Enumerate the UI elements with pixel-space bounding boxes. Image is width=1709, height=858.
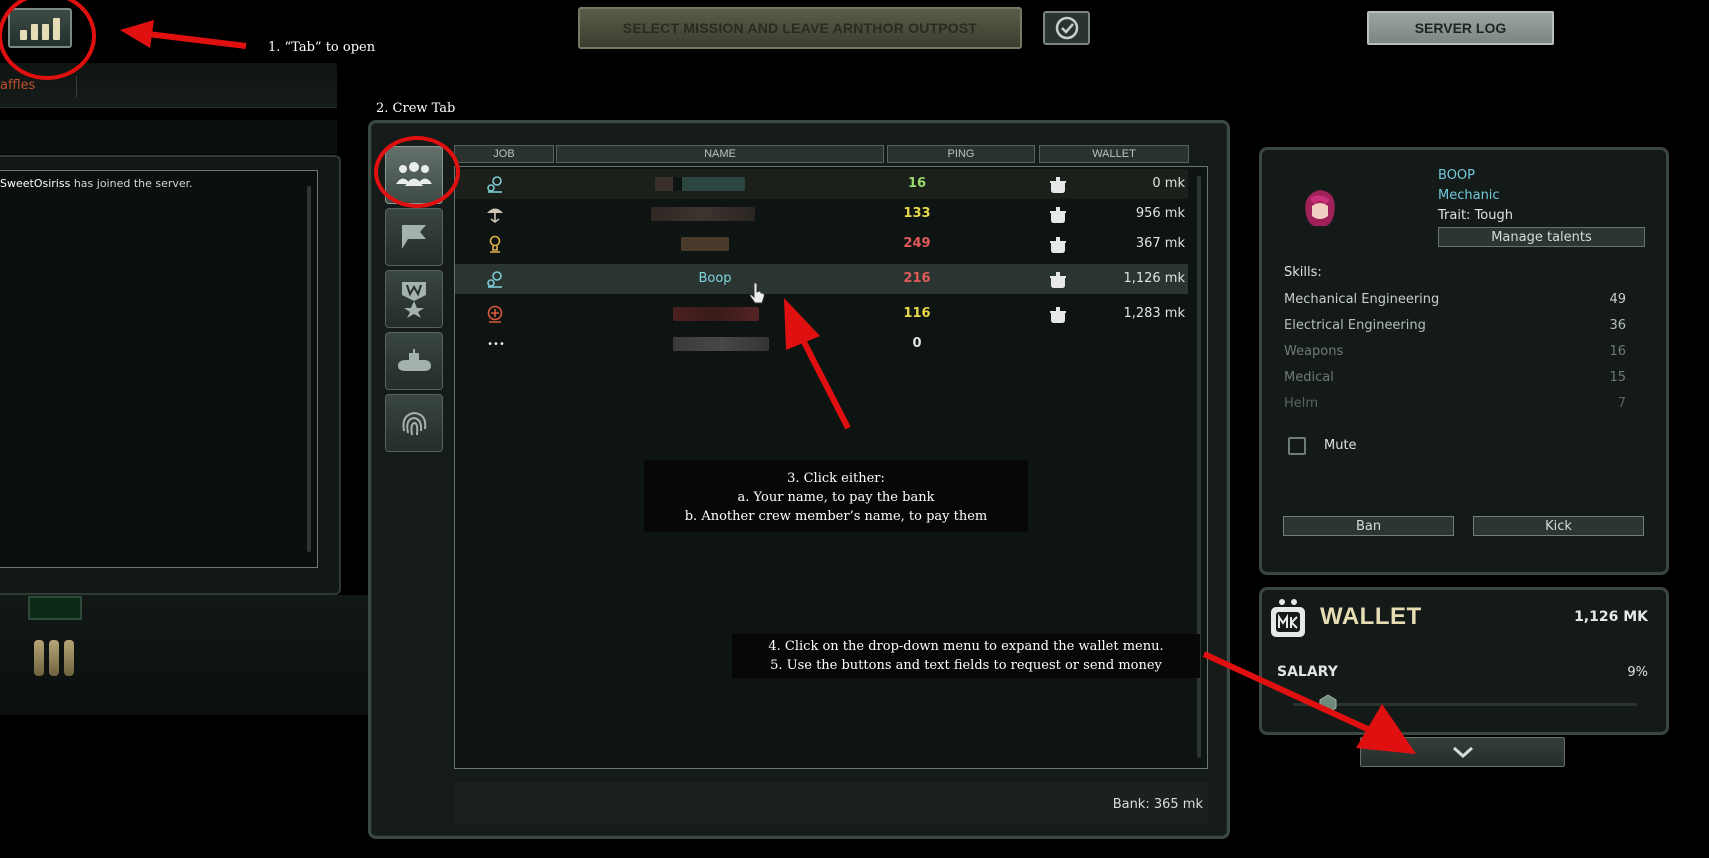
tab-divider: [76, 76, 77, 98]
ping-value: 16: [907, 176, 927, 191]
skill-value: 7: [1617, 396, 1626, 411]
chat-message-text: has joined the server.: [70, 177, 193, 190]
pot-icon: [1050, 307, 1066, 323]
blurred-name: [655, 177, 745, 191]
skill-name: Helm: [1284, 396, 1319, 411]
ping-value: 0: [912, 336, 922, 351]
ping-value: 249: [903, 236, 931, 251]
wallet-amount: 1,126 MK: [1574, 609, 1648, 625]
ping-value: 133: [903, 206, 931, 221]
salary-percent: 9%: [1627, 665, 1648, 680]
skill-value: 49: [1609, 292, 1626, 307]
arrow-icon: [784, 298, 851, 430]
tab-reputation[interactable]: [385, 270, 443, 328]
mechanic-icon: [485, 174, 505, 194]
crew-row[interactable]: 249 367 mk: [455, 229, 1188, 259]
background-tank: [34, 640, 44, 676]
annotation-step3: 3. Click either: a. Your name, to pay th…: [644, 460, 1028, 532]
column-header-wallet[interactable]: WALLET: [1039, 145, 1189, 163]
tab-traitor[interactable]: [385, 394, 443, 452]
wallet-value: 956 mk: [1135, 206, 1185, 221]
select-mission-button[interactable]: SELECT MISSION AND LEAVE ARNTHOR OUTPOST: [578, 7, 1022, 49]
skill-value: 16: [1609, 344, 1626, 359]
security-icon: [485, 204, 505, 224]
annotation-step4-5: 4. Click on the drop-down menu to expand…: [732, 634, 1200, 678]
ellipsis-icon: •••: [487, 338, 505, 350]
crew-row[interactable]: 133 956 mk: [455, 199, 1188, 229]
ping-value: 116: [903, 306, 931, 321]
fingerprint-icon: [402, 411, 427, 436]
blurred-name: [651, 207, 755, 221]
bank-balance: Bank: 365 mk: [1112, 797, 1203, 812]
column-header-name[interactable]: NAME: [556, 145, 884, 163]
wallet-value: 1,283 mk: [1123, 306, 1185, 321]
chat-scrollbar[interactable]: [307, 186, 311, 552]
chat-username: SweetOsiriss: [0, 177, 71, 190]
annotation-step5: 5. Use the buttons and text fields to re…: [770, 658, 1162, 673]
mute-checkbox[interactable]: [1288, 437, 1306, 455]
annotation-step1: 1. “Tab” to open: [268, 40, 376, 55]
character-portrait: [1305, 190, 1335, 226]
annotation-step3-line: 3. Click either:: [787, 471, 885, 486]
flag-icon: [402, 225, 426, 249]
skill-name: Electrical Engineering: [1284, 318, 1426, 333]
column-header-job[interactable]: JOB: [454, 145, 554, 163]
crew-row-selected[interactable]: Boop 216 1,126 mk: [455, 264, 1188, 294]
server-log-button[interactable]: SERVER LOG: [1367, 11, 1554, 45]
character-job: Mechanic: [1438, 188, 1500, 203]
wallet-title: WALLET: [1320, 603, 1422, 630]
hand-cursor-icon: [749, 282, 765, 304]
engineer-icon: [485, 234, 505, 254]
mute-label: Mute: [1324, 438, 1357, 453]
skill-value: 36: [1609, 318, 1626, 333]
background-screen: [28, 596, 82, 620]
skills-heading: Skills:: [1284, 265, 1322, 280]
column-header-ping[interactable]: PING: [887, 145, 1035, 163]
skill-name: Mechanical Engineering: [1284, 292, 1440, 307]
blurred-name: [673, 307, 759, 321]
arrow-icon: [1202, 651, 1416, 754]
arrow-icon: [120, 20, 247, 49]
blurred-name: [673, 337, 769, 351]
annotation-step2: 2. Crew Tab: [376, 101, 456, 116]
annotation-step3-line: b. Another crew member’s name, to pay th…: [684, 509, 988, 524]
ready-check-button[interactable]: [1043, 11, 1090, 45]
checkmark-icon: [1055, 16, 1078, 40]
background-tank: [64, 640, 74, 676]
submarine-icon: [398, 349, 431, 371]
skill-value: 15: [1609, 370, 1626, 385]
ping-value: 216: [903, 271, 931, 286]
wallet-value: 1,126 mk: [1123, 271, 1185, 286]
annotation-step3-line: a. Your name, to pay the bank: [737, 490, 935, 505]
background-tank: [49, 640, 59, 676]
highlight-circle-crew-tab: [374, 136, 460, 208]
chevron-down-icon: [1452, 746, 1473, 759]
tab-missions[interactable]: [385, 208, 443, 266]
wallet-mk-icon: [1271, 599, 1305, 637]
chat-message: SweetOsiriss has joined the server.: [0, 177, 193, 190]
pot-icon: [1050, 207, 1066, 223]
character-trait: Trait: Tough: [1438, 208, 1513, 223]
wallet-value: 0 mk: [1152, 176, 1185, 191]
medal-icon: [402, 282, 426, 318]
pot-icon: [1050, 272, 1066, 288]
annotation-step4: 4. Click on the drop-down menu to expand…: [768, 639, 1164, 654]
blurred-name: [681, 237, 729, 251]
skill-name: Medical: [1284, 370, 1334, 385]
skill-name: Weapons: [1284, 344, 1344, 359]
crew-row[interactable]: 16 0 mk: [455, 169, 1188, 199]
pot-icon: [1050, 177, 1066, 193]
ban-button[interactable]: Ban: [1283, 516, 1454, 536]
character-name: BOOP: [1438, 168, 1475, 183]
tab-submarine[interactable]: [385, 332, 443, 390]
chat-log[interactable]: [0, 170, 318, 568]
manage-talents-button[interactable]: Manage talents: [1438, 227, 1645, 247]
chat-header-strip: [0, 120, 337, 154]
medic-icon: [485, 304, 505, 324]
chat-tab-raffles[interactable]: affles: [0, 78, 35, 93]
wallet-value: 367 mk: [1135, 236, 1185, 251]
pot-icon: [1050, 237, 1066, 253]
kick-button[interactable]: Kick: [1473, 516, 1644, 536]
mechanic-icon: [485, 269, 505, 289]
